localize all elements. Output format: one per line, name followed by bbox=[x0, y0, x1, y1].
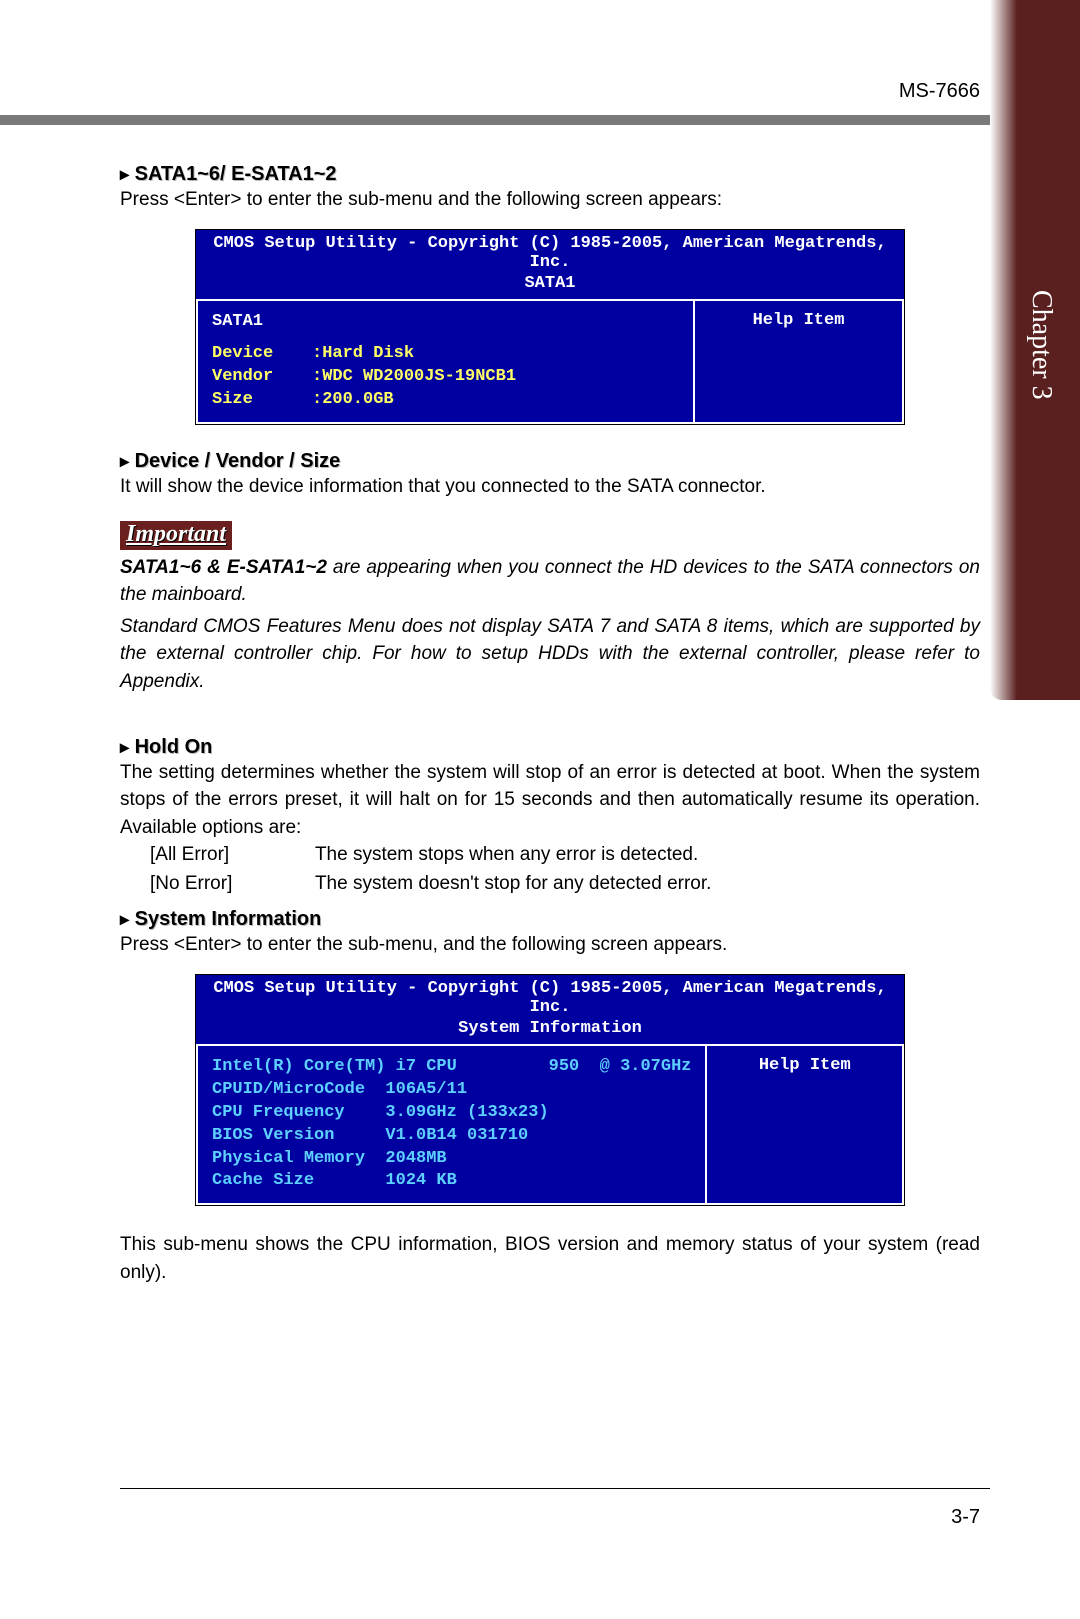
important-bold-lead: SATA1~6 & E-SATA1~2 bbox=[120, 557, 327, 578]
option-no-error: [No Error] The system doesn't stop for a… bbox=[150, 870, 980, 899]
important-label: Important bbox=[126, 521, 226, 547]
bios-size-value: :200.0GB bbox=[312, 390, 394, 409]
bios-title-bar: CMOS Setup Utility - Copyright (C) 1985-… bbox=[196, 975, 904, 1019]
dvs-description: It will show the device information that… bbox=[120, 473, 980, 501]
sysinfo-note: This sub-menu shows the CPU information,… bbox=[120, 1231, 980, 1286]
bios-help-panel: Help Item bbox=[694, 299, 904, 425]
sysinfo-heading: ▸ System Information bbox=[120, 908, 980, 931]
option-label: [No Error] bbox=[150, 870, 310, 899]
bios-sysinfo-block: Intel(R) Core(TM) i7 CPU 950 @ 3.07GHz C… bbox=[196, 1044, 706, 1206]
triangle-icon: ▸ bbox=[120, 451, 129, 471]
sysinfo-heading-text: System Information bbox=[135, 908, 322, 930]
important-note-2: Standard CMOS Features Menu does not dis… bbox=[120, 613, 980, 696]
important-note-1: SATA1~6 & E-SATA1~2 are appearing when y… bbox=[120, 554, 980, 609]
holdon-description: The setting determines whether the syste… bbox=[120, 759, 980, 842]
dvs-heading-text: Device / Vendor / Size bbox=[135, 450, 341, 472]
bios-vendor-label: Vendor bbox=[212, 366, 312, 389]
option-desc: The system doesn't stop for any detected… bbox=[315, 873, 712, 894]
page-number: 3-7 bbox=[951, 1506, 980, 1529]
bios-device-value: :Hard Disk bbox=[312, 344, 414, 363]
bios-subtitle: System Information bbox=[196, 1019, 904, 1044]
bios-subtitle: SATA1 bbox=[196, 274, 904, 299]
holdon-heading: ▸ Hold On bbox=[120, 736, 980, 759]
header-divider bbox=[0, 115, 990, 125]
important-badge: Important bbox=[120, 521, 232, 550]
bios-help-panel: Help Item bbox=[706, 1044, 904, 1206]
triangle-icon: ▸ bbox=[120, 737, 129, 757]
sata-description: Press <Enter> to enter the sub-menu and … bbox=[120, 186, 980, 214]
model-code: MS-7666 bbox=[120, 80, 980, 103]
option-label: [All Error] bbox=[150, 841, 310, 870]
sata-heading-text: SATA1~6/ E-SATA1~2 bbox=[135, 163, 337, 185]
footer-divider bbox=[120, 1488, 990, 1489]
dvs-heading: ▸ Device / Vendor / Size bbox=[120, 450, 980, 473]
bios-vendor-value: :WDC WD2000JS-19NCB1 bbox=[312, 367, 516, 386]
triangle-icon: ▸ bbox=[120, 164, 129, 184]
sata-heading: ▸ SATA1~6/ E-SATA1~2 bbox=[120, 163, 980, 186]
bios-device-label: Device bbox=[212, 343, 312, 366]
bios-size-label: Size bbox=[212, 389, 312, 412]
bios-slot-label: SATA1 bbox=[212, 312, 263, 331]
option-desc: The system stops when any error is detec… bbox=[315, 844, 698, 865]
bios-sata-screenshot: CMOS Setup Utility - Copyright (C) 1985-… bbox=[195, 229, 905, 426]
triangle-icon: ▸ bbox=[120, 909, 129, 929]
sysinfo-description: Press <Enter> to enter the sub-menu, and… bbox=[120, 931, 980, 959]
bios-left-panel: SATA1 Device:Hard Disk Vendor:WDC WD2000… bbox=[196, 299, 694, 425]
chapter-tab-label: Chapter 3 bbox=[1025, 290, 1057, 400]
chapter-tab: Chapter 3 bbox=[990, 0, 1080, 700]
bios-sysinfo-screenshot: CMOS Setup Utility - Copyright (C) 1985-… bbox=[195, 974, 905, 1207]
option-all-error: [All Error] The system stops when any er… bbox=[150, 841, 980, 870]
holdon-heading-text: Hold On bbox=[135, 736, 213, 758]
bios-title-bar: CMOS Setup Utility - Copyright (C) 1985-… bbox=[196, 230, 904, 274]
